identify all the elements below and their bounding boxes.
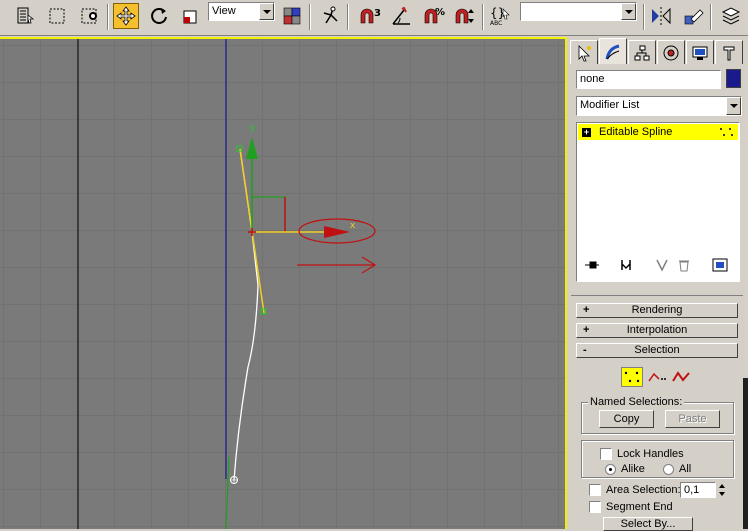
viewport-perspective[interactable]: y x [0,37,567,529]
segment-subobject-icon[interactable] [646,367,668,387]
main-toolbar: View 3 % {} ABC [0,0,748,36]
toolbar-separator [643,4,645,30]
toolbar-separator [482,4,484,30]
object-name-value: none [580,73,605,85]
mirror-icon[interactable] [648,3,674,29]
display-tab-icon[interactable] [686,40,714,64]
gizmo-x-arrow [324,226,350,238]
vertex-subobject-icon[interactable] [621,367,643,387]
area-selection-field[interactable]: 0,1 [680,482,716,498]
configure-modifier-sets-icon[interactable] [710,256,730,274]
hierarchy-tab-icon[interactable] [628,40,656,64]
stack-item-editable-spline[interactable]: + Editable Spline [578,124,738,140]
spinner-snap-icon[interactable] [452,3,478,29]
rollout-collapse-sign: - [583,344,587,356]
lock-handles-checkbox[interactable] [600,448,612,460]
window-crossing-icon[interactable] [78,3,104,29]
rollout-rendering[interactable]: + Rendering [576,303,738,318]
stack-toolbar [576,252,740,276]
svg-text:ABC: ABC [490,20,502,27]
layer-manager-icon[interactable] [718,3,744,29]
lock-handles-label: Lock Handles [617,448,684,460]
stack-item-label: Editable Spline [599,126,673,138]
rect-selection-region-icon[interactable] [44,3,70,29]
select-and-scale-icon[interactable] [177,3,203,29]
toolbar-separator [347,4,349,30]
gizmo-y-label: y [250,123,256,133]
svg-text:%: % [435,7,445,18]
segment-end-checkbox[interactable] [589,501,601,513]
rollout-interpolation[interactable]: + Interpolation [576,323,738,338]
edit-named-selection-icon[interactable]: {} ABC [488,3,514,29]
select-by-name-icon[interactable] [12,3,38,29]
area-selection-value: 0,1 [684,484,700,496]
editable-spline-curve [233,148,259,481]
command-panel-tabs [568,38,748,64]
snaps-toggle-icon[interactable]: 3 [356,3,382,29]
area-selection-checkbox[interactable] [589,484,601,496]
alike-radio[interactable] [605,464,616,475]
modifier-list-combo[interactable]: Modifier List [576,96,742,116]
select-and-move-icon[interactable] [113,3,139,29]
gizmo-y-arrow [246,137,258,159]
utilities-tab-icon[interactable] [715,40,743,64]
expand-plus-icon[interactable]: + [582,127,591,137]
area-selection-label: Area Selection: [606,484,681,496]
all-label: All [679,463,692,475]
percent-snap-icon[interactable]: % [420,3,446,29]
toolbar-separator [107,4,109,30]
rollout-selection-title: Selection [634,344,680,356]
reference-coordinate-value: View [212,5,236,17]
rollout-expand-sign: + [583,324,590,336]
remove-modifier-icon[interactable] [674,256,694,274]
object-name-field[interactable]: none [576,70,721,89]
rollout-scrollbar[interactable] [743,298,748,529]
toolbar-separator [710,4,712,30]
command-panel: none Modifier List + Editable Spline + R… [568,36,748,531]
make-unique-icon[interactable] [652,256,672,274]
gizmo-pivot [248,228,256,236]
select-and-rotate-icon[interactable] [146,3,172,29]
rollout-rendering-title: Rendering [631,304,683,316]
align-icon[interactable] [680,3,706,29]
angle-snap-toggle-icon[interactable] [389,3,415,29]
vertex-dots-icon [720,128,733,136]
modifier-list-label: Modifier List [580,99,640,111]
reference-coordinate-combo[interactable]: View [208,2,275,21]
select-and-manipulate-icon[interactable] [318,3,344,29]
pin-stack-icon[interactable] [582,256,602,274]
modify-tab-icon[interactable] [599,38,627,64]
paste-button[interactable]: Paste [665,410,720,428]
named-selections-title: Named Selections: [588,396,685,408]
gizmo-x-label: x [350,221,356,231]
viewport-scene: y x [77,39,377,529]
chevron-down-icon[interactable] [726,97,741,115]
svg-text:3: 3 [374,8,381,19]
annotation-arrow [297,256,377,274]
all-radio[interactable] [663,464,674,475]
toolbar-separator [309,4,311,30]
use-pivot-point-center-icon[interactable] [279,3,305,29]
create-tab-icon[interactable] [570,40,598,64]
object-color-swatch[interactable] [726,69,741,88]
motion-tab-icon[interactable] [657,40,685,64]
named-selection-sets-combo[interactable] [520,2,637,21]
show-end-result-icon[interactable] [616,256,636,274]
rollout-expand-sign: + [583,304,590,316]
segment-end-label: Segment End [606,501,673,513]
rollout-scrollbar-thumb[interactable] [743,378,748,529]
area-spinner-icon[interactable] [717,482,727,498]
alike-label: Alike [621,463,645,475]
viewport-active-border [565,37,567,529]
rollout-selection[interactable]: - Selection [576,343,738,358]
rollout-interpolation-title: Interpolation [626,324,688,336]
gizmo-plane-green [252,196,286,232]
copy-button[interactable]: Copy [599,410,654,428]
chevron-down-icon[interactable] [259,3,274,20]
chevron-down-icon[interactable] [621,3,636,20]
spline-subobject-icon[interactable] [670,367,692,387]
